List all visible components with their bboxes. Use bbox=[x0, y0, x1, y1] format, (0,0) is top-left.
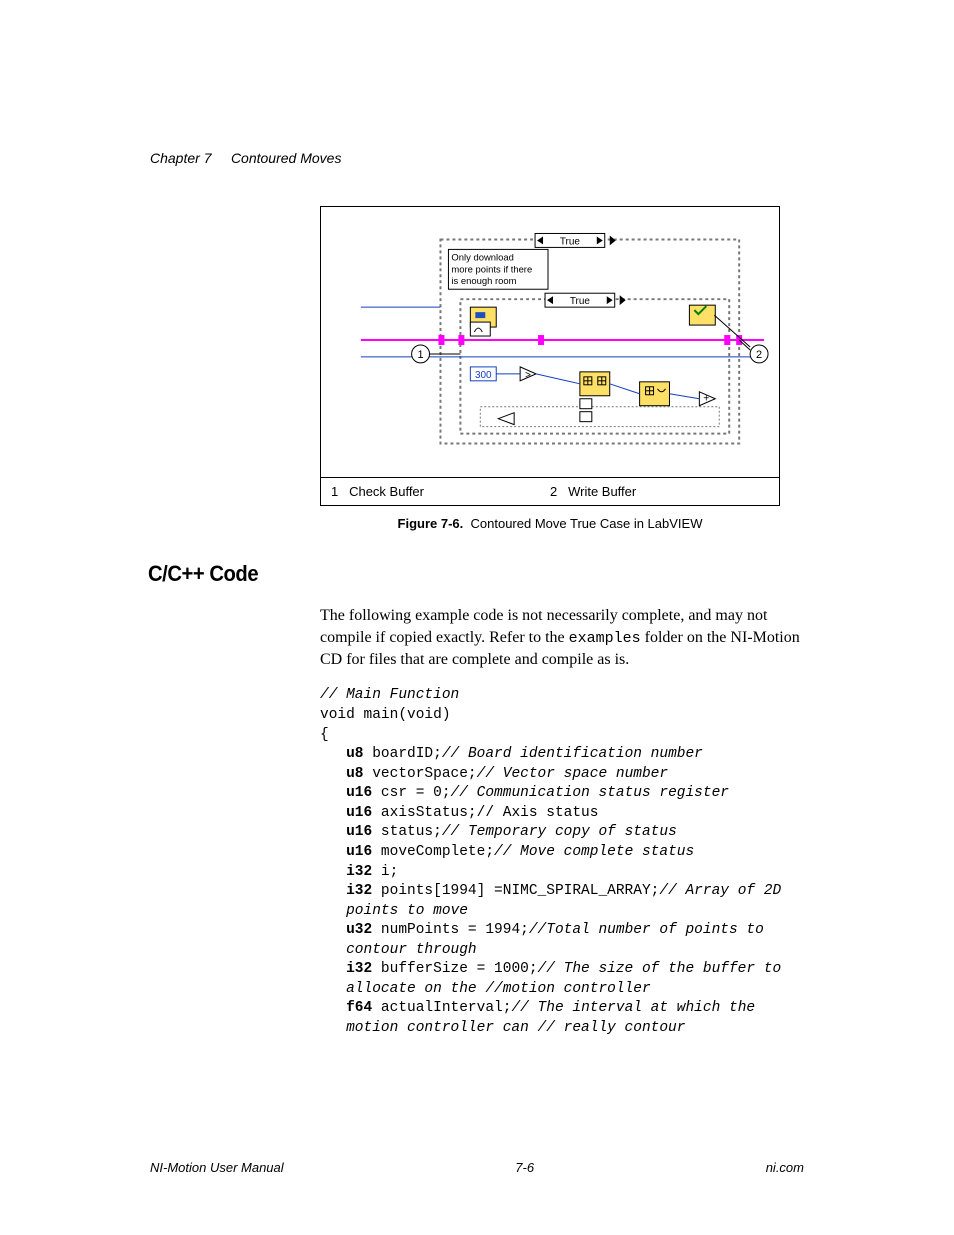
svg-text:>: > bbox=[525, 370, 531, 381]
legend-item-1: 1 Check Buffer bbox=[331, 484, 550, 499]
code-comment: // The size of the buffer to bbox=[538, 961, 782, 977]
code-comment: // Board identification number bbox=[442, 746, 703, 762]
code-comment: // Array of 2D bbox=[659, 883, 781, 899]
code-kw: u16 bbox=[346, 824, 372, 840]
figure-caption-text: Contoured Move True Case in LabVIEW bbox=[471, 516, 703, 531]
code-kw: u8 bbox=[346, 746, 363, 762]
code-comment: // Vector space number bbox=[477, 766, 668, 782]
labview-diagram: True Only download more points if there … bbox=[321, 207, 779, 477]
inline-code: examples bbox=[569, 630, 641, 647]
code-comment: // Communication status register bbox=[451, 785, 729, 801]
code-line: { bbox=[320, 727, 329, 743]
section-heading: C/C++ Code bbox=[148, 561, 752, 587]
legend-item-2: 2 Write Buffer bbox=[550, 484, 769, 499]
code-comment: allocate on the //motion controller bbox=[346, 981, 651, 997]
figure-frame: True Only download more points if there … bbox=[320, 206, 780, 506]
intro-paragraph: The following example code is not necess… bbox=[320, 605, 804, 670]
code-kw: i32 bbox=[346, 961, 372, 977]
svg-text:2: 2 bbox=[756, 349, 762, 361]
code-text: moveComplete; bbox=[372, 844, 494, 860]
code-comment: // Move complete status bbox=[494, 844, 694, 860]
code-kw: u8 bbox=[346, 766, 363, 782]
footer-left: NI-Motion User Manual bbox=[150, 1160, 284, 1175]
code-text: csr = 0; bbox=[372, 785, 450, 801]
figure-caption: Figure 7-6. Contoured Move True Case in … bbox=[320, 516, 780, 531]
legend-num: 2 bbox=[550, 484, 557, 499]
code-text: numPoints = 1994; bbox=[372, 922, 529, 938]
code-text: actualInterval; bbox=[372, 1000, 511, 1016]
code-text: axisStatus;// Axis status bbox=[372, 805, 598, 821]
legend-num: 1 bbox=[331, 484, 338, 499]
code-comment: // The interval at which the bbox=[511, 1000, 755, 1016]
figure-legend: 1 Check Buffer 2 Write Buffer bbox=[321, 477, 779, 505]
code-listing: // Main Function void main(void) { u8 bo… bbox=[320, 686, 804, 1038]
code-line: void main(void) bbox=[320, 707, 451, 723]
figure-number: Figure 7-6. bbox=[398, 516, 464, 531]
svg-text:Only download: Only download bbox=[451, 252, 513, 263]
code-text: points[1994] =NIMC_SPIRAL_ARRAY; bbox=[372, 883, 659, 899]
code-kw: i32 bbox=[346, 883, 372, 899]
legend-label: Check Buffer bbox=[349, 484, 424, 499]
code-text: boardID; bbox=[364, 746, 442, 762]
page: Chapter 7 Contoured Moves True bbox=[0, 0, 954, 1235]
code-comment: //Total number of points to bbox=[529, 922, 764, 938]
code-kw: f64 bbox=[346, 1000, 372, 1016]
svg-text:is enough room: is enough room bbox=[451, 276, 516, 287]
code-kw: i32 bbox=[346, 864, 372, 880]
code-kw: u32 bbox=[346, 922, 372, 938]
svg-text:True: True bbox=[570, 296, 591, 307]
code-comment: // Temporary copy of status bbox=[442, 824, 677, 840]
chapter-label: Chapter 7 bbox=[150, 150, 211, 166]
svg-text:1: 1 bbox=[418, 349, 424, 361]
code-comment: motion controller can // really contour bbox=[346, 1020, 685, 1036]
legend-label: Write Buffer bbox=[568, 484, 636, 499]
code-kw: u16 bbox=[346, 844, 372, 860]
code-comment: // Main Function bbox=[320, 687, 459, 703]
figure-block: True Only download more points if there … bbox=[320, 206, 780, 531]
code-comment: points to move bbox=[346, 903, 468, 919]
code-text: vectorSpace; bbox=[364, 766, 477, 782]
chapter-title: Contoured Moves bbox=[231, 150, 342, 166]
svg-text:True: True bbox=[560, 236, 581, 247]
code-text: status; bbox=[372, 824, 442, 840]
code-comment: contour through bbox=[346, 942, 477, 958]
code-text: i; bbox=[372, 864, 398, 880]
code-text: bufferSize = 1000; bbox=[372, 961, 537, 977]
running-header: Chapter 7 Contoured Moves bbox=[150, 150, 804, 166]
code-kw: u16 bbox=[346, 785, 372, 801]
svg-text:more points if there: more points if there bbox=[451, 264, 532, 275]
page-footer: NI-Motion User Manual 7-6 ni.com bbox=[150, 1160, 804, 1175]
svg-text:+: + bbox=[703, 394, 709, 405]
footer-right: ni.com bbox=[766, 1160, 804, 1175]
footer-center: 7-6 bbox=[515, 1160, 534, 1175]
code-kw: u16 bbox=[346, 805, 372, 821]
svg-text:300: 300 bbox=[475, 370, 492, 381]
